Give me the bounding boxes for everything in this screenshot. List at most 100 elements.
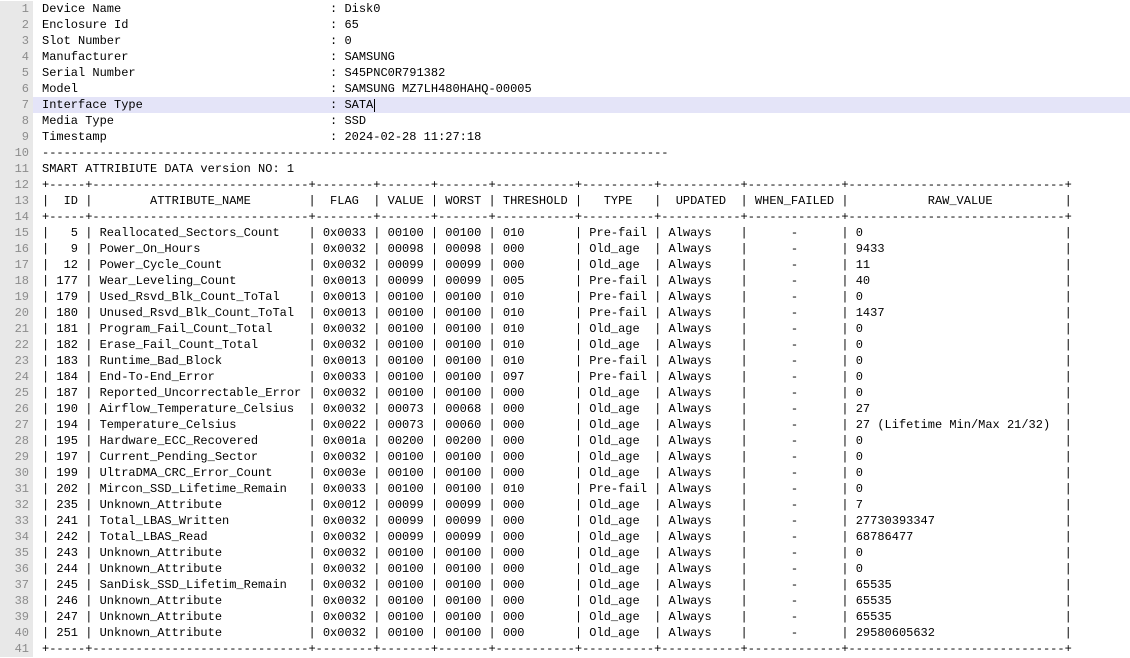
editor-line-text[interactable]: | 197 | Current_Pending_Sector | 0x0032 … bbox=[33, 449, 1130, 465]
line-number: 22 bbox=[0, 337, 33, 353]
line-number: 24 bbox=[0, 369, 33, 385]
editor-line-text[interactable]: | 187 | Reported_Uncorrectable_Error | 0… bbox=[33, 385, 1130, 401]
line-number: 3 bbox=[0, 33, 33, 49]
editor-line: 29| 197 | Current_Pending_Sector | 0x003… bbox=[0, 449, 1130, 465]
editor-line: 30| 199 | UltraDMA_CRC_Error_Count | 0x0… bbox=[0, 465, 1130, 481]
line-number: 27 bbox=[0, 417, 33, 433]
editor-line-text[interactable]: Timestamp : 2024-02-28 11:27:18 bbox=[33, 129, 1130, 145]
line-number: 15 bbox=[0, 225, 33, 241]
editor-line: 20| 180 | Unused_Rsvd_Blk_Count_ToTal | … bbox=[0, 305, 1130, 321]
editor-line-text[interactable]: | 246 | Unknown_Attribute | 0x0032 | 001… bbox=[33, 593, 1130, 609]
editor-line-text[interactable]: | ID | ATTRIBUTE_NAME | FLAG | VALUE | W… bbox=[33, 193, 1130, 209]
line-number: 36 bbox=[0, 561, 33, 577]
editor-line-text[interactable]: | 5 | Reallocated_Sectors_Count | 0x0033… bbox=[33, 225, 1130, 241]
editor-line: 34| 242 | Total_LBAS_Read | 0x0032 | 000… bbox=[0, 529, 1130, 545]
text-caret bbox=[374, 99, 375, 112]
editor-line-text[interactable]: | 194 | Temperature_Celsius | 0x0022 | 0… bbox=[33, 417, 1130, 433]
editor-line: 14+-----+------------------------------+… bbox=[0, 209, 1130, 225]
editor-line: 22| 182 | Erase_Fail_Count_Total | 0x003… bbox=[0, 337, 1130, 353]
line-number: 23 bbox=[0, 353, 33, 369]
editor-line-text[interactable]: +-----+------------------------------+--… bbox=[33, 641, 1130, 657]
line-number: 19 bbox=[0, 289, 33, 305]
line-number: 6 bbox=[0, 81, 33, 97]
editor-line: 33| 241 | Total_LBAS_Written | 0x0032 | … bbox=[0, 513, 1130, 529]
editor-line-text[interactable]: | 243 | Unknown_Attribute | 0x0032 | 001… bbox=[33, 545, 1130, 561]
editor-line-text[interactable]: | 182 | Erase_Fail_Count_Total | 0x0032 … bbox=[33, 337, 1130, 353]
line-number: 34 bbox=[0, 529, 33, 545]
editor-line: 12+-----+------------------------------+… bbox=[0, 177, 1130, 193]
editor-line: 38| 246 | Unknown_Attribute | 0x0032 | 0… bbox=[0, 593, 1130, 609]
editor-line: 23| 183 | Runtime_Bad_Block | 0x0013 | 0… bbox=[0, 353, 1130, 369]
editor-line-text[interactable]: | 9 | Power_On_Hours | 0x0032 | 00098 | … bbox=[33, 241, 1130, 257]
editor-line-text[interactable]: | 180 | Unused_Rsvd_Blk_Count_ToTal | 0x… bbox=[33, 305, 1130, 321]
editor-line-text[interactable]: | 244 | Unknown_Attribute | 0x0032 | 001… bbox=[33, 561, 1130, 577]
editor-line-text[interactable]: Slot Number : 0 bbox=[33, 33, 1130, 49]
editor-line-text[interactable]: +-----+------------------------------+--… bbox=[33, 177, 1130, 193]
editor-line-text[interactable]: | 179 | Used_Rsvd_Blk_Count_ToTal | 0x00… bbox=[33, 289, 1130, 305]
editor-line: 28| 195 | Hardware_ECC_Recovered | 0x001… bbox=[0, 433, 1130, 449]
editor-line: 39| 247 | Unknown_Attribute | 0x0032 | 0… bbox=[0, 609, 1130, 625]
editor-line-text[interactable]: | 181 | Program_Fail_Count_Total | 0x003… bbox=[33, 321, 1130, 337]
line-number: 2 bbox=[0, 17, 33, 33]
line-number: 21 bbox=[0, 321, 33, 337]
line-number: 11 bbox=[0, 161, 33, 177]
editor-line-text[interactable]: | 177 | Wear_Leveling_Count | 0x0013 | 0… bbox=[33, 273, 1130, 289]
editor-line: 5Serial Number : S45PNC0R791382 bbox=[0, 65, 1130, 81]
editor-line-text[interactable]: | 183 | Runtime_Bad_Block | 0x0013 | 001… bbox=[33, 353, 1130, 369]
line-number: 31 bbox=[0, 481, 33, 497]
editor-line-text[interactable]: Manufacturer : SAMSUNG bbox=[33, 49, 1130, 65]
line-number: 26 bbox=[0, 401, 33, 417]
editor-line: 32| 235 | Unknown_Attribute | 0x0012 | 0… bbox=[0, 497, 1130, 513]
editor-line: 40| 251 | Unknown_Attribute | 0x0032 | 0… bbox=[0, 625, 1130, 641]
line-number: 30 bbox=[0, 465, 33, 481]
editor-line: 7Interface Type : SATA bbox=[0, 97, 1130, 113]
editor-line: 2Enclosure Id : 65 bbox=[0, 17, 1130, 33]
editor-line-text[interactable]: | 190 | Airflow_Temperature_Celsius | 0x… bbox=[33, 401, 1130, 417]
editor-line-text[interactable]: | 241 | Total_LBAS_Written | 0x0032 | 00… bbox=[33, 513, 1130, 529]
editor-line: 8Media Type : SSD bbox=[0, 113, 1130, 129]
editor-line: 24| 184 | End-To-End_Error | 0x0033 | 00… bbox=[0, 369, 1130, 385]
line-number: 7 bbox=[0, 97, 33, 113]
editor-line: 13| ID | ATTRIBUTE_NAME | FLAG | VALUE |… bbox=[0, 193, 1130, 209]
editor-line-text[interactable]: | 12 | Power_Cycle_Count | 0x0032 | 0009… bbox=[33, 257, 1130, 273]
line-number: 35 bbox=[0, 545, 33, 561]
editor-line-text[interactable]: Enclosure Id : 65 bbox=[33, 17, 1130, 33]
editor-line-text[interactable]: Device Name : Disk0 bbox=[33, 1, 1130, 17]
editor-line-text[interactable]: | 199 | UltraDMA_CRC_Error_Count | 0x003… bbox=[33, 465, 1130, 481]
editor-line: 1Device Name : Disk0 bbox=[0, 1, 1130, 17]
line-number: 17 bbox=[0, 257, 33, 273]
editor-line-text[interactable]: | 251 | Unknown_Attribute | 0x0032 | 001… bbox=[33, 625, 1130, 641]
editor-line: 35| 243 | Unknown_Attribute | 0x0032 | 0… bbox=[0, 545, 1130, 561]
line-number: 4 bbox=[0, 49, 33, 65]
line-number: 25 bbox=[0, 385, 33, 401]
line-number: 37 bbox=[0, 577, 33, 593]
editor-line-text[interactable]: | 184 | End-To-End_Error | 0x0033 | 0010… bbox=[33, 369, 1130, 385]
line-number: 20 bbox=[0, 305, 33, 321]
line-number: 41 bbox=[0, 641, 33, 657]
editor-line-text[interactable]: ----------------------------------------… bbox=[33, 145, 1130, 161]
text-editor: 1Device Name : Disk02Enclosure Id : 653S… bbox=[0, 0, 1130, 658]
editor-line-text[interactable]: Media Type : SSD bbox=[33, 113, 1130, 129]
editor-line-text[interactable]: Model : SAMSUNG MZ7LH480HAHQ-00005 bbox=[33, 81, 1130, 97]
editor-line-text[interactable]: | 242 | Total_LBAS_Read | 0x0032 | 00099… bbox=[33, 529, 1130, 545]
editor-line-text[interactable]: | 247 | Unknown_Attribute | 0x0032 | 001… bbox=[33, 609, 1130, 625]
editor-line-text[interactable]: Serial Number : S45PNC0R791382 bbox=[33, 65, 1130, 81]
line-number: 38 bbox=[0, 593, 33, 609]
editor-line-text[interactable]: SMART ATTRIBIUTE DATA version NO: 1 bbox=[33, 161, 1130, 177]
line-number: 5 bbox=[0, 65, 33, 81]
editor-line: 41+-----+------------------------------+… bbox=[0, 641, 1130, 657]
line-number: 29 bbox=[0, 449, 33, 465]
editor-line: 25| 187 | Reported_Uncorrectable_Error |… bbox=[0, 385, 1130, 401]
editor-current-line-text[interactable]: Interface Type : SATA bbox=[33, 97, 1130, 113]
editor-line: 10--------------------------------------… bbox=[0, 145, 1130, 161]
editor-line: 37| 245 | SanDisk_SSD_Lifetim_Remain | 0… bbox=[0, 577, 1130, 593]
editor-line-text[interactable]: | 235 | Unknown_Attribute | 0x0012 | 000… bbox=[33, 497, 1130, 513]
line-number: 14 bbox=[0, 209, 33, 225]
editor-line-text[interactable]: +-----+------------------------------+--… bbox=[33, 209, 1130, 225]
editor-line: 16| 9 | Power_On_Hours | 0x0032 | 00098 … bbox=[0, 241, 1130, 257]
editor-line-text[interactable]: | 202 | Mircon_SSD_Lifetime_Remain | 0x0… bbox=[33, 481, 1130, 497]
editor-line: 21| 181 | Program_Fail_Count_Total | 0x0… bbox=[0, 321, 1130, 337]
editor-line-text[interactable]: | 245 | SanDisk_SSD_Lifetim_Remain | 0x0… bbox=[33, 577, 1130, 593]
editor-line-text[interactable]: | 195 | Hardware_ECC_Recovered | 0x001a … bbox=[33, 433, 1130, 449]
editor-line: 3Slot Number : 0 bbox=[0, 33, 1130, 49]
